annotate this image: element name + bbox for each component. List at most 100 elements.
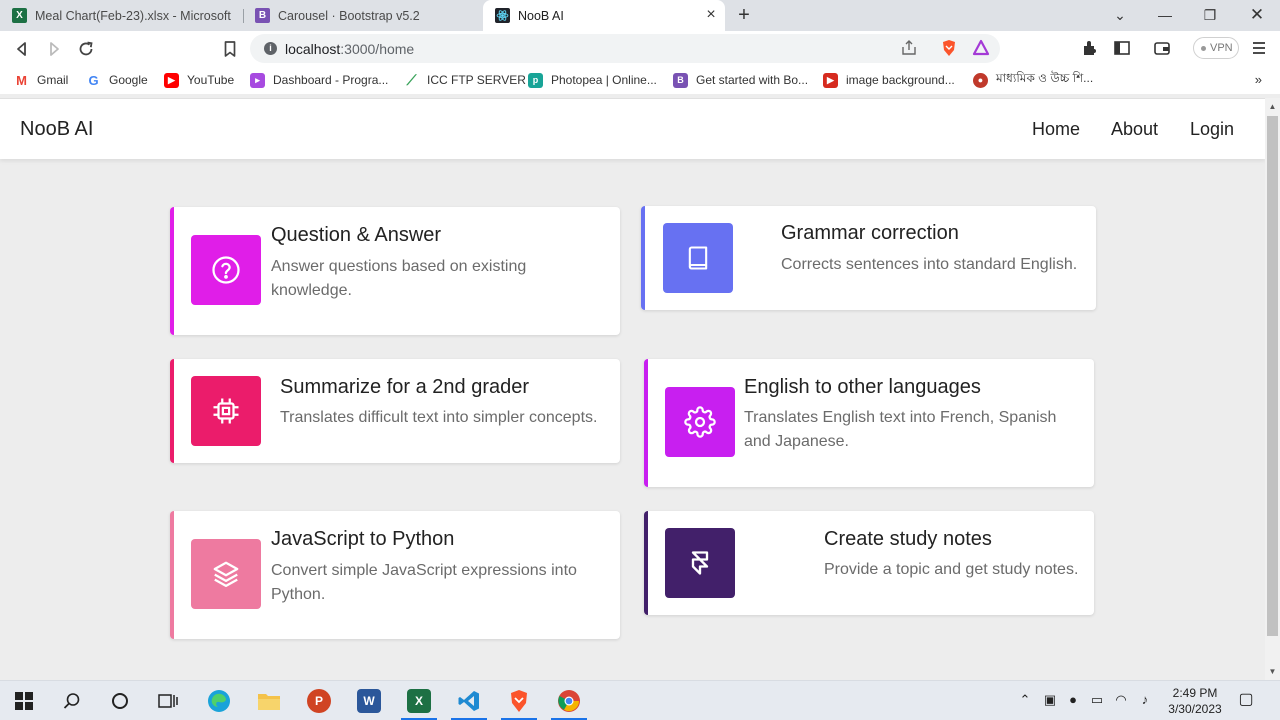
- card-description: Answer questions based on existing knowl…: [271, 258, 527, 299]
- tab-search-icon[interactable]: ⌄: [1110, 5, 1130, 25]
- image-icon: ▶: [823, 72, 838, 88]
- share-icon[interactable]: [900, 39, 918, 57]
- file-explorer-icon[interactable]: [257, 689, 281, 713]
- scroll-down-arrow-icon[interactable]: ▼: [1268, 667, 1277, 676]
- bookmark-label: ICC FTP SERVER: [427, 73, 526, 87]
- vpn-button[interactable]: VPN: [1193, 37, 1239, 59]
- gmail-icon: M: [14, 72, 29, 88]
- volume-icon[interactable]: ♪: [1137, 692, 1153, 708]
- wallet-icon[interactable]: [1153, 39, 1171, 57]
- url-text[interactable]: localhost:3000/home: [285, 41, 414, 57]
- google-icon: G: [86, 72, 101, 88]
- nav-login[interactable]: Login: [1190, 119, 1234, 140]
- card-study-notes[interactable]: Create study notes Provide a topic and g…: [644, 511, 1094, 615]
- excel-taskbar-icon[interactable]: X: [401, 689, 437, 720]
- browser-toolbar: i localhost:3000/home VPN: [0, 31, 1280, 66]
- card-js-to-python[interactable]: JavaScript to Python Convert simple Java…: [170, 511, 620, 639]
- site-info-icon[interactable]: i: [264, 42, 277, 55]
- wifi-icon[interactable]: ◠: [1113, 692, 1129, 708]
- bookmark-bootstrap[interactable]: B Get started with Bo...: [673, 71, 808, 89]
- browser-tab-bootstrap[interactable]: B Carousel · Bootstrap v5.2: [243, 0, 481, 31]
- cortana-icon[interactable]: [108, 689, 132, 713]
- bookmark-dashboard[interactable]: ▸ Dashboard - Progra...: [250, 71, 388, 89]
- framer-icon: [665, 528, 735, 598]
- minimize-window-button[interactable]: —: [1155, 5, 1175, 25]
- bookmark-label: Photopea | Online...: [551, 73, 657, 87]
- battery-icon[interactable]: ▭: [1089, 692, 1105, 708]
- chrome-icon[interactable]: [551, 689, 587, 720]
- task-view-icon[interactable]: [156, 689, 180, 713]
- card-title: Grammar correction: [781, 222, 959, 244]
- nav-home[interactable]: Home: [1032, 119, 1080, 140]
- url-path: :3000/home: [340, 41, 415, 57]
- bookmark-label: YouTube: [187, 73, 235, 87]
- bookmark-label: Gmail: [37, 73, 69, 87]
- bookmark-icon[interactable]: [220, 39, 240, 59]
- card-question-answer[interactable]: Question & Answer Answer questions based…: [170, 207, 620, 335]
- system-clock[interactable]: 2:49 PM 3/30/2023: [1160, 685, 1230, 717]
- gear-icon: [665, 387, 735, 457]
- close-tab-icon[interactable]: ×: [703, 7, 719, 23]
- bootstrap-icon: B: [255, 8, 270, 23]
- restore-window-button[interactable]: ❐: [1200, 5, 1220, 25]
- menu-icon[interactable]: [1250, 39, 1268, 57]
- card-grammar-correction[interactable]: Grammar correction Corrects sentences in…: [641, 206, 1096, 310]
- brave-icon[interactable]: [501, 689, 537, 720]
- address-bar[interactable]: i localhost:3000/home: [250, 34, 1000, 63]
- show-hidden-icons-icon[interactable]: ⌃: [1017, 692, 1033, 708]
- card-description: Translates English text into French, Spa…: [744, 409, 1057, 450]
- edge-icon[interactable]: [207, 689, 231, 713]
- meet-now-icon[interactable]: ▣: [1042, 692, 1058, 708]
- close-window-button[interactable]: ✕: [1247, 5, 1267, 25]
- tab-title: Carousel · Bootstrap v5.2: [278, 8, 420, 23]
- tab-title: NooB AI: [518, 8, 564, 23]
- microphone-icon[interactable]: ●: [1065, 692, 1081, 708]
- word-icon[interactable]: W: [357, 689, 381, 713]
- card-title: JavaScript to Python: [271, 528, 455, 550]
- brave-rewards-icon[interactable]: [972, 39, 990, 57]
- bookmark-icc-ftp[interactable]: ⟋ ICC FTP SERVER: [404, 71, 526, 89]
- card-description: Convert simple JavaScript expressions in…: [271, 562, 577, 603]
- vscode-icon[interactable]: [451, 689, 487, 720]
- bookmark-youtube[interactable]: ▶ YouTube: [164, 71, 234, 89]
- scroll-up-arrow-icon[interactable]: ▲: [1268, 102, 1277, 111]
- back-icon[interactable]: [12, 39, 32, 59]
- reload-icon[interactable]: [76, 39, 96, 59]
- react-icon: [495, 8, 510, 23]
- bookmark-photopea[interactable]: p Photopea | Online...: [528, 71, 657, 89]
- extensions-icon[interactable]: [1081, 39, 1099, 57]
- bookmark-gmail[interactable]: M Gmail: [14, 71, 68, 89]
- bookmark-label: Google: [109, 73, 148, 87]
- windows-start-icon[interactable]: [12, 689, 36, 713]
- brave-shield-icon[interactable]: [940, 39, 958, 57]
- browser-tab-bar: X Meal Chart(Feb-23).xlsx - Microsoft Ex…: [0, 0, 1280, 31]
- sidebar-icon[interactable]: [1113, 39, 1131, 57]
- browser-tab-noob-ai[interactable]: NooB AI ×: [483, 0, 725, 31]
- nav-about[interactable]: About: [1111, 119, 1158, 140]
- book-icon: [663, 223, 733, 293]
- new-tab-button[interactable]: +: [734, 5, 754, 25]
- card-summarize[interactable]: Summarize for a 2nd grader Translates di…: [170, 359, 620, 463]
- chip-icon: [191, 376, 261, 446]
- bookmark-image-background[interactable]: ▶ image background...: [823, 71, 955, 89]
- bootstrap-icon: B: [673, 72, 688, 88]
- card-description: Corrects sentences into standard English…: [781, 256, 1078, 273]
- card-english-languages[interactable]: English to other languages Translates En…: [644, 359, 1094, 487]
- ftp-icon: ⟋: [404, 72, 419, 88]
- bookmarks-overflow-icon[interactable]: »: [1255, 72, 1262, 87]
- card-title: Summarize for a 2nd grader: [280, 376, 530, 398]
- forward-icon[interactable]: [44, 39, 64, 59]
- notifications-icon[interactable]: ▢: [1238, 692, 1254, 708]
- app-navbar: NooB AI Home About Login: [0, 99, 1265, 159]
- brand-logo[interactable]: NooB AI: [20, 118, 93, 141]
- page-scrollbar[interactable]: ▲ ▼: [1265, 98, 1280, 680]
- scrollbar-thumb[interactable]: [1267, 116, 1278, 636]
- bookmark-google[interactable]: G Google: [86, 71, 148, 89]
- browser-tab-excel[interactable]: X Meal Chart(Feb-23).xlsx - Microsoft Ex: [0, 0, 243, 31]
- bookmark-madhyamik[interactable]: ● মাধ্যমিক ও উচ্চ শি...: [973, 71, 1093, 89]
- card-title: Question & Answer: [271, 224, 442, 246]
- search-icon[interactable]: [60, 689, 84, 713]
- clock-time: 2:49 PM: [1172, 686, 1218, 700]
- powerpoint-icon[interactable]: P: [307, 689, 331, 713]
- clock-date: 3/30/2023: [1168, 702, 1222, 716]
